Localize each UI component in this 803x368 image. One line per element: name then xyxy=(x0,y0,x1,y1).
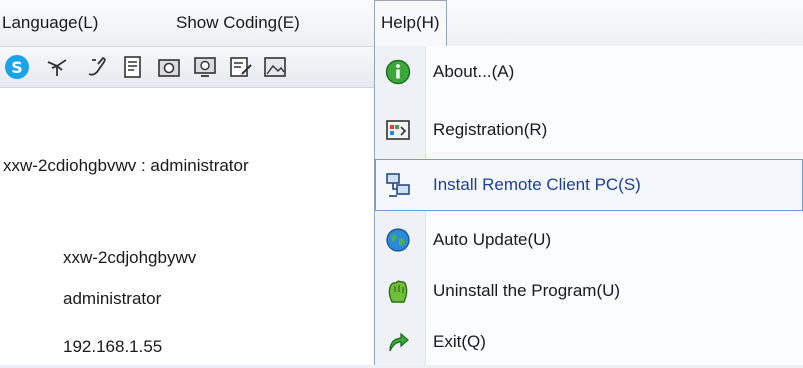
antenna-icon[interactable] xyxy=(44,54,70,80)
edit-document-icon[interactable] xyxy=(228,54,254,80)
network-pc-icon xyxy=(386,173,410,197)
computer-name: xxw-2cdjohgbywv xyxy=(63,248,197,267)
camera-icon[interactable] xyxy=(156,54,182,80)
session-label: xxw-2cdiohgbvwv : administrator xyxy=(3,156,249,175)
menu-item-install-remote-client[interactable]: Install Remote Client PC(S) xyxy=(375,159,803,211)
menu-item-exit[interactable]: Exit(Q) xyxy=(375,316,803,368)
menu-item-about-label: About...(A) xyxy=(433,62,515,81)
toolbar: S xyxy=(0,47,374,88)
registration-icon xyxy=(386,120,410,140)
skype-icon[interactable]: S xyxy=(4,54,30,80)
menu-item-about[interactable]: About...(A) xyxy=(375,46,803,98)
menu-item-auto-update-label: Auto Update(U) xyxy=(433,230,552,249)
document-icon[interactable] xyxy=(120,54,146,80)
image-icon[interactable] xyxy=(262,54,288,80)
menu-item-uninstall-label: Uninstall the Program(U) xyxy=(433,281,621,300)
menu-item-registration-label: Registration(R) xyxy=(433,120,548,139)
menu-item-install-remote-client-label: Install Remote Client PC(S) xyxy=(433,175,641,194)
exit-arrow-icon xyxy=(389,332,409,352)
monitor-icon[interactable] xyxy=(192,54,218,80)
globe-update-icon xyxy=(386,228,410,252)
info-icon xyxy=(385,59,411,85)
menu-item-exit-label: Exit(Q) xyxy=(433,332,486,351)
session-panel: xxw-2cdiohgbvwv : administrator xxw-2cdj… xyxy=(0,88,374,365)
svg-text:S: S xyxy=(11,58,23,77)
user-name: administrator xyxy=(63,289,162,308)
ip-address: 192.168.1.55 xyxy=(63,337,163,356)
menu-item-uninstall[interactable]: Uninstall the Program(U) xyxy=(375,265,803,317)
help-dropdown-menu: About...(A) Registration(R) Install Remo… xyxy=(374,46,803,365)
menu-item-registration[interactable]: Registration(R) xyxy=(375,104,803,156)
menu-bar: Language(L) Show Coding(E) Help(H) xyxy=(0,0,803,47)
menu-help[interactable]: Help(H) xyxy=(374,0,447,46)
menu-show-coding[interactable]: Show Coding(E) xyxy=(176,0,300,46)
uninstall-icon xyxy=(388,280,408,303)
menu-language[interactable]: Language(L) xyxy=(2,0,98,46)
wand-icon[interactable] xyxy=(84,54,110,80)
menu-item-auto-update[interactable]: Auto Update(U) xyxy=(375,214,803,266)
